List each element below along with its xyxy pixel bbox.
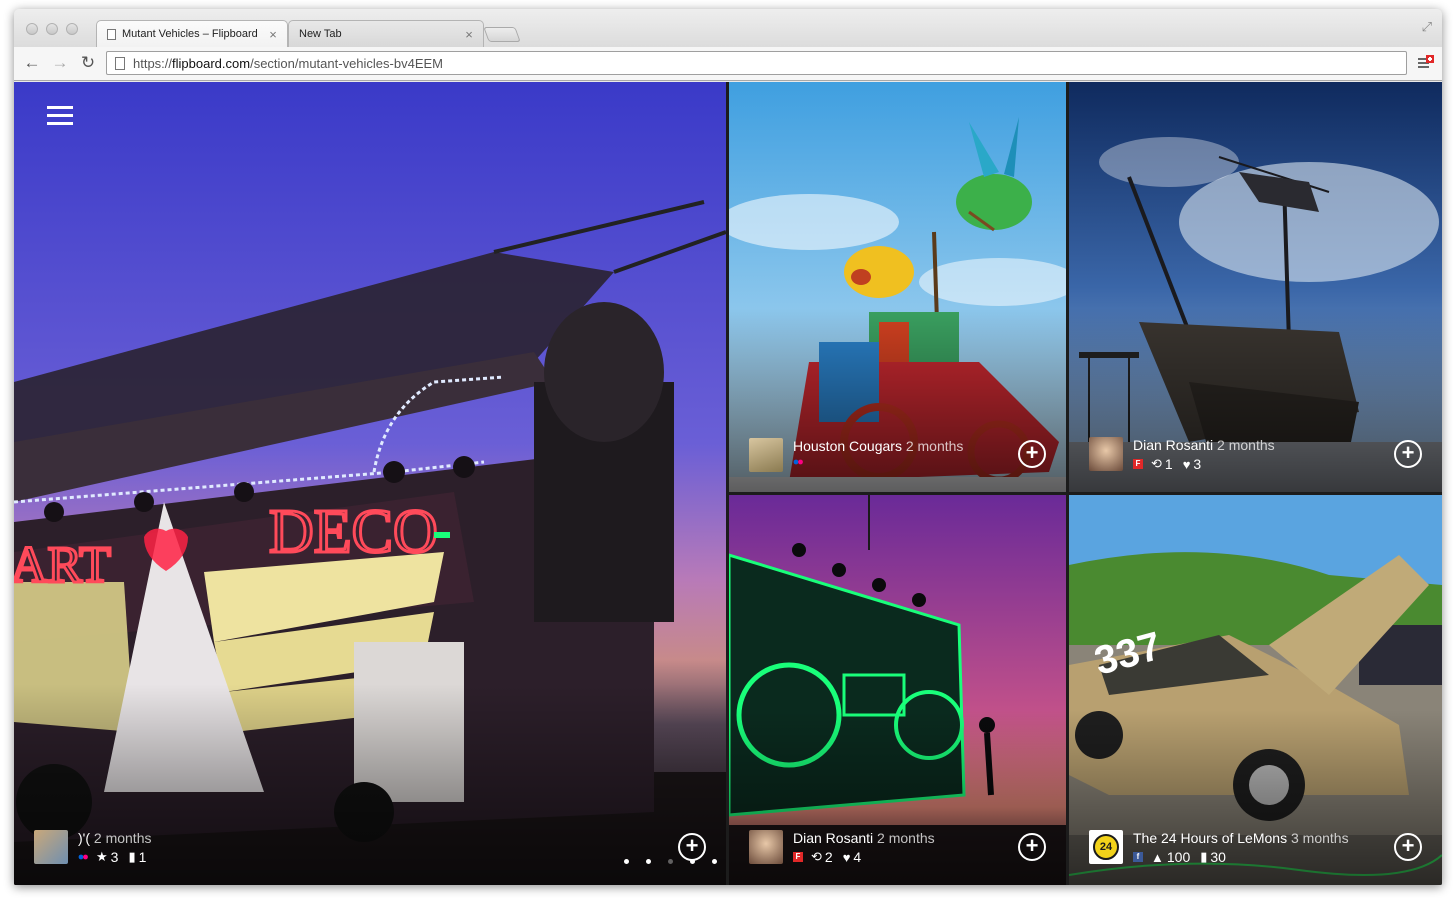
pirate-ship-tile[interactable]: Dian Rosanti 2 months F ⟲ 1 ♥ 3 + — [1069, 82, 1442, 492]
author-name[interactable]: Dian Rosanti — [1133, 437, 1213, 453]
post-time: 2 months — [877, 830, 935, 846]
avatar[interactable]: 24 — [1089, 830, 1123, 864]
boombox-tile[interactable]: Dian Rosanti 2 months F ⟲ 2 ♥ 4 + — [729, 495, 1066, 885]
comment-icon: ▮ — [1200, 849, 1208, 864]
reflip-count[interactable]: ⟲ 1 — [1151, 456, 1173, 472]
page-dot-current[interactable] — [668, 859, 673, 864]
article-caption: Dian Rosanti 2 months F ⟲ 2 ♥ 4 — [749, 830, 935, 865]
lemons-car-tile[interactable]: 337 24 The 24 Hours of LeMons 3 months f… — [1069, 495, 1442, 885]
tab-close-icon[interactable]: × — [461, 27, 477, 42]
article-caption: Houston Cougars 2 months — [749, 438, 963, 472]
article-caption: )'( 2 months ★ 3 ▮ 1 — [34, 830, 156, 865]
tab-mutant-vehicles[interactable]: Mutant Vehicles – Flipboard × — [96, 20, 288, 47]
flipboard-content: DECO ART )'( 2 months ★ 3 ▮ 1 + Houston … — [14, 82, 1442, 885]
avatar[interactable] — [749, 830, 783, 864]
back-button[interactable]: ← — [22, 53, 42, 73]
featured-article-tile[interactable]: DECO ART )'( 2 months ★ 3 ▮ 1 + — [14, 82, 726, 885]
flipboard-icon: F — [793, 852, 803, 862]
tab-title: Mutant Vehicles – Flipboard — [122, 28, 258, 40]
comment-count[interactable]: ▮ 1 — [128, 849, 146, 865]
avatar[interactable] — [1089, 437, 1123, 471]
add-to-magazine-button[interactable]: + — [1018, 833, 1046, 861]
lemons-logo: 24 — [1093, 834, 1119, 860]
article-caption: 24 The 24 Hours of LeMons 3 months f ▲ 10… — [1089, 830, 1349, 865]
flipboard-extension-icon[interactable] — [1418, 55, 1434, 71]
post-time: 2 months — [93, 830, 152, 846]
tab-close-icon[interactable]: × — [265, 27, 281, 42]
heart-icon: ♥ — [1182, 456, 1191, 472]
tab-strip: Mutant Vehicles – Flipboard × New Tab × … — [14, 9, 1442, 47]
thumbs-up-icon: ▲ — [1151, 849, 1164, 865]
art-neon-sign: ART — [14, 537, 111, 594]
like-count[interactable]: ♥ 3 — [1183, 456, 1202, 472]
window-zoom-button[interactable] — [66, 23, 78, 35]
window-minimize-button[interactable] — [46, 23, 58, 35]
author-name[interactable]: The 24 Hours of LeMons — [1133, 830, 1287, 846]
url-host: flipboard.com — [172, 55, 251, 71]
page-indicator — [624, 859, 726, 864]
reload-button[interactable]: ↻ — [78, 53, 98, 73]
houston-cougars-tile[interactable]: Houston Cougars 2 months + — [729, 82, 1066, 492]
tab-title: New Tab — [299, 28, 342, 40]
add-to-magazine-button[interactable]: + — [1018, 440, 1046, 468]
toolbar: ← → ↻ https:// flipboard.com /section/mu… — [14, 47, 1442, 81]
window-close-button[interactable] — [26, 23, 38, 35]
reflip-icon: ⟲ — [811, 849, 822, 864]
author-name[interactable]: )'( — [78, 830, 90, 846]
forward-button[interactable]: → — [50, 53, 70, 73]
post-time: 3 months — [1290, 830, 1349, 846]
like-count[interactable]: ♥ 4 — [843, 849, 862, 865]
post-time: 2 months — [1217, 437, 1275, 453]
avatar[interactable] — [749, 438, 783, 472]
reflip-icon: ⟲ — [1151, 456, 1162, 471]
author-name[interactable]: Houston Cougars — [793, 438, 902, 454]
comment-count[interactable]: ▮ 30 — [1200, 849, 1226, 865]
add-to-magazine-button[interactable]: + — [678, 833, 706, 861]
new-tab-button[interactable] — [483, 27, 521, 42]
reflip-count[interactable]: ⟲ 2 — [811, 849, 833, 865]
avatar[interactable] — [34, 830, 68, 864]
fullscreen-icon[interactable]: ⤢ — [1422, 19, 1432, 35]
heart-icon: ♥ — [842, 849, 851, 865]
add-to-magazine-button[interactable]: + — [1394, 440, 1422, 468]
star-count[interactable]: ★ 3 — [96, 849, 118, 865]
post-time: 2 months — [905, 438, 964, 454]
browser-window: Mutant Vehicles – Flipboard × New Tab × … — [14, 9, 1442, 885]
page-dot[interactable] — [646, 859, 651, 864]
like-count[interactable]: ▲ 100 — [1151, 849, 1190, 865]
url-path: /section/mutant-vehicles-bv4EEM — [250, 55, 443, 71]
comment-icon: ▮ — [128, 849, 136, 864]
page-dot[interactable] — [690, 859, 695, 864]
article-caption: Dian Rosanti 2 months F ⟲ 1 ♥ 3 — [1089, 437, 1275, 472]
menu-icon[interactable] — [47, 106, 73, 126]
page-dot[interactable] — [624, 859, 629, 864]
flickr-icon — [78, 852, 88, 862]
add-to-magazine-button[interactable]: + — [1394, 833, 1422, 861]
flickr-icon — [793, 457, 803, 467]
page-icon — [115, 57, 125, 70]
flipboard-icon: F — [1133, 459, 1143, 469]
facebook-icon: f — [1133, 852, 1143, 862]
page-dot[interactable] — [712, 859, 717, 864]
tab-new-tab[interactable]: New Tab × — [288, 20, 484, 47]
page-icon — [107, 28, 116, 40]
deco-neon-sign: DECO — [269, 498, 438, 566]
star-icon: ★ — [96, 849, 108, 864]
address-bar[interactable]: https:// flipboard.com /section/mutant-v… — [106, 51, 1407, 75]
url-scheme: https:// — [133, 55, 173, 71]
author-name[interactable]: Dian Rosanti — [793, 830, 873, 846]
